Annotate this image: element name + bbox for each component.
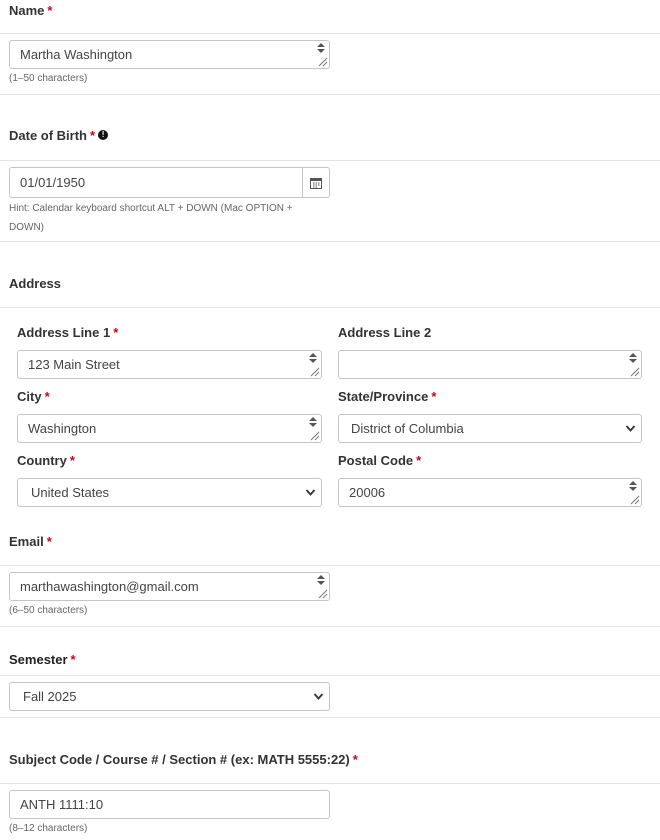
dob-input-value: 01/01/1950 — [20, 175, 86, 190]
spinner-icon[interactable] — [628, 352, 638, 364]
email-hint: (6–50 characters) — [9, 605, 88, 616]
state-value: District of Columbia — [351, 421, 464, 436]
divider — [0, 565, 660, 566]
dob-hint: Hint: Calendar keyboard shortcut ALT + D… — [9, 199, 329, 237]
dob-hint-line2: DOWN) — [9, 222, 44, 233]
divider — [0, 94, 660, 95]
semester-label: Semester * — [9, 652, 76, 667]
divider — [0, 717, 660, 718]
postal-code-label: Postal Code * — [338, 453, 422, 468]
divider — [0, 33, 660, 34]
semester-select[interactable]: Fall 2025 — [9, 682, 330, 711]
postal-code-value: 20006 — [349, 485, 386, 500]
address-line1-input[interactable]: 123 Main Street — [17, 350, 322, 379]
country-value: United States — [31, 485, 110, 500]
required-asterisk: * — [90, 128, 96, 143]
address-line2-input[interactable] — [338, 350, 642, 379]
divider — [0, 307, 660, 308]
chevron-down-icon — [305, 489, 316, 496]
dob-hint-line1: Hint: Calendar keyboard shortcut ALT + D… — [9, 203, 293, 214]
divider — [0, 675, 660, 676]
divider — [0, 160, 660, 161]
spinner-icon[interactable] — [308, 352, 318, 364]
spinner-icon[interactable] — [316, 574, 326, 586]
name-label: Name * — [9, 3, 53, 18]
city-value: Washington — [28, 421, 97, 436]
address-line2-label: Address Line 2 — [338, 325, 432, 340]
calendar-button[interactable] — [302, 168, 329, 197]
divider — [0, 626, 660, 627]
subject-hint: (8–12 characters) — [9, 823, 88, 834]
city-input[interactable]: Washington — [17, 414, 322, 443]
resize-grip-icon[interactable] — [308, 365, 320, 377]
address-line1-label: Address Line 1 * — [17, 325, 119, 340]
name-input-value: Martha Washington — [20, 47, 133, 62]
required-asterisk: * — [70, 652, 76, 667]
chevron-down-icon — [625, 425, 636, 432]
address-heading: Address — [9, 276, 62, 291]
spinner-icon[interactable] — [316, 42, 326, 54]
semester-value: Fall 2025 — [23, 689, 77, 704]
divider — [0, 783, 660, 784]
country-label: Country * — [17, 453, 75, 468]
name-hint: (1–50 characters) — [9, 73, 88, 84]
state-select[interactable]: District of Columbia — [338, 414, 642, 443]
required-asterisk: * — [46, 534, 52, 549]
required-asterisk: * — [352, 752, 358, 767]
required-asterisk: * — [69, 453, 75, 468]
subject-input[interactable]: ANTH 1111:10 — [9, 790, 330, 819]
city-label: City * — [17, 389, 50, 404]
email-label: Email * — [9, 534, 52, 549]
required-asterisk: * — [47, 3, 53, 18]
resize-grip-icon[interactable] — [628, 493, 640, 505]
required-asterisk: * — [113, 325, 119, 340]
spinner-icon[interactable] — [628, 480, 638, 492]
country-select[interactable]: United States — [17, 478, 322, 507]
required-asterisk: * — [431, 389, 437, 404]
resize-grip-icon[interactable] — [628, 365, 640, 377]
spinner-icon[interactable] — [308, 416, 318, 428]
address-line1-value: 123 Main Street — [28, 357, 120, 372]
info-icon[interactable]: ! — [98, 130, 109, 140]
dob-input[interactable]: 01/01/1950 — [9, 167, 330, 198]
email-input[interactable]: marthawashington@gmail.com — [9, 572, 330, 601]
subject-label: Subject Code / Course # / Section # (ex:… — [9, 752, 358, 767]
postal-code-input[interactable]: 20006 — [338, 478, 642, 507]
resize-grip-icon[interactable] — [316, 587, 328, 599]
required-asterisk: * — [44, 389, 50, 404]
name-input[interactable]: Martha Washington — [9, 40, 330, 69]
resize-grip-icon[interactable] — [316, 55, 328, 67]
dob-label: Date of Birth *! — [9, 128, 109, 143]
resize-grip-icon[interactable] — [308, 429, 320, 441]
state-label: State/Province * — [338, 389, 437, 404]
divider — [0, 241, 660, 242]
email-value: marthawashington@gmail.com — [20, 579, 199, 594]
calendar-icon — [310, 177, 322, 189]
required-asterisk: * — [416, 453, 422, 468]
chevron-down-icon — [313, 693, 324, 700]
subject-value: ANTH 1111:10 — [20, 797, 104, 812]
